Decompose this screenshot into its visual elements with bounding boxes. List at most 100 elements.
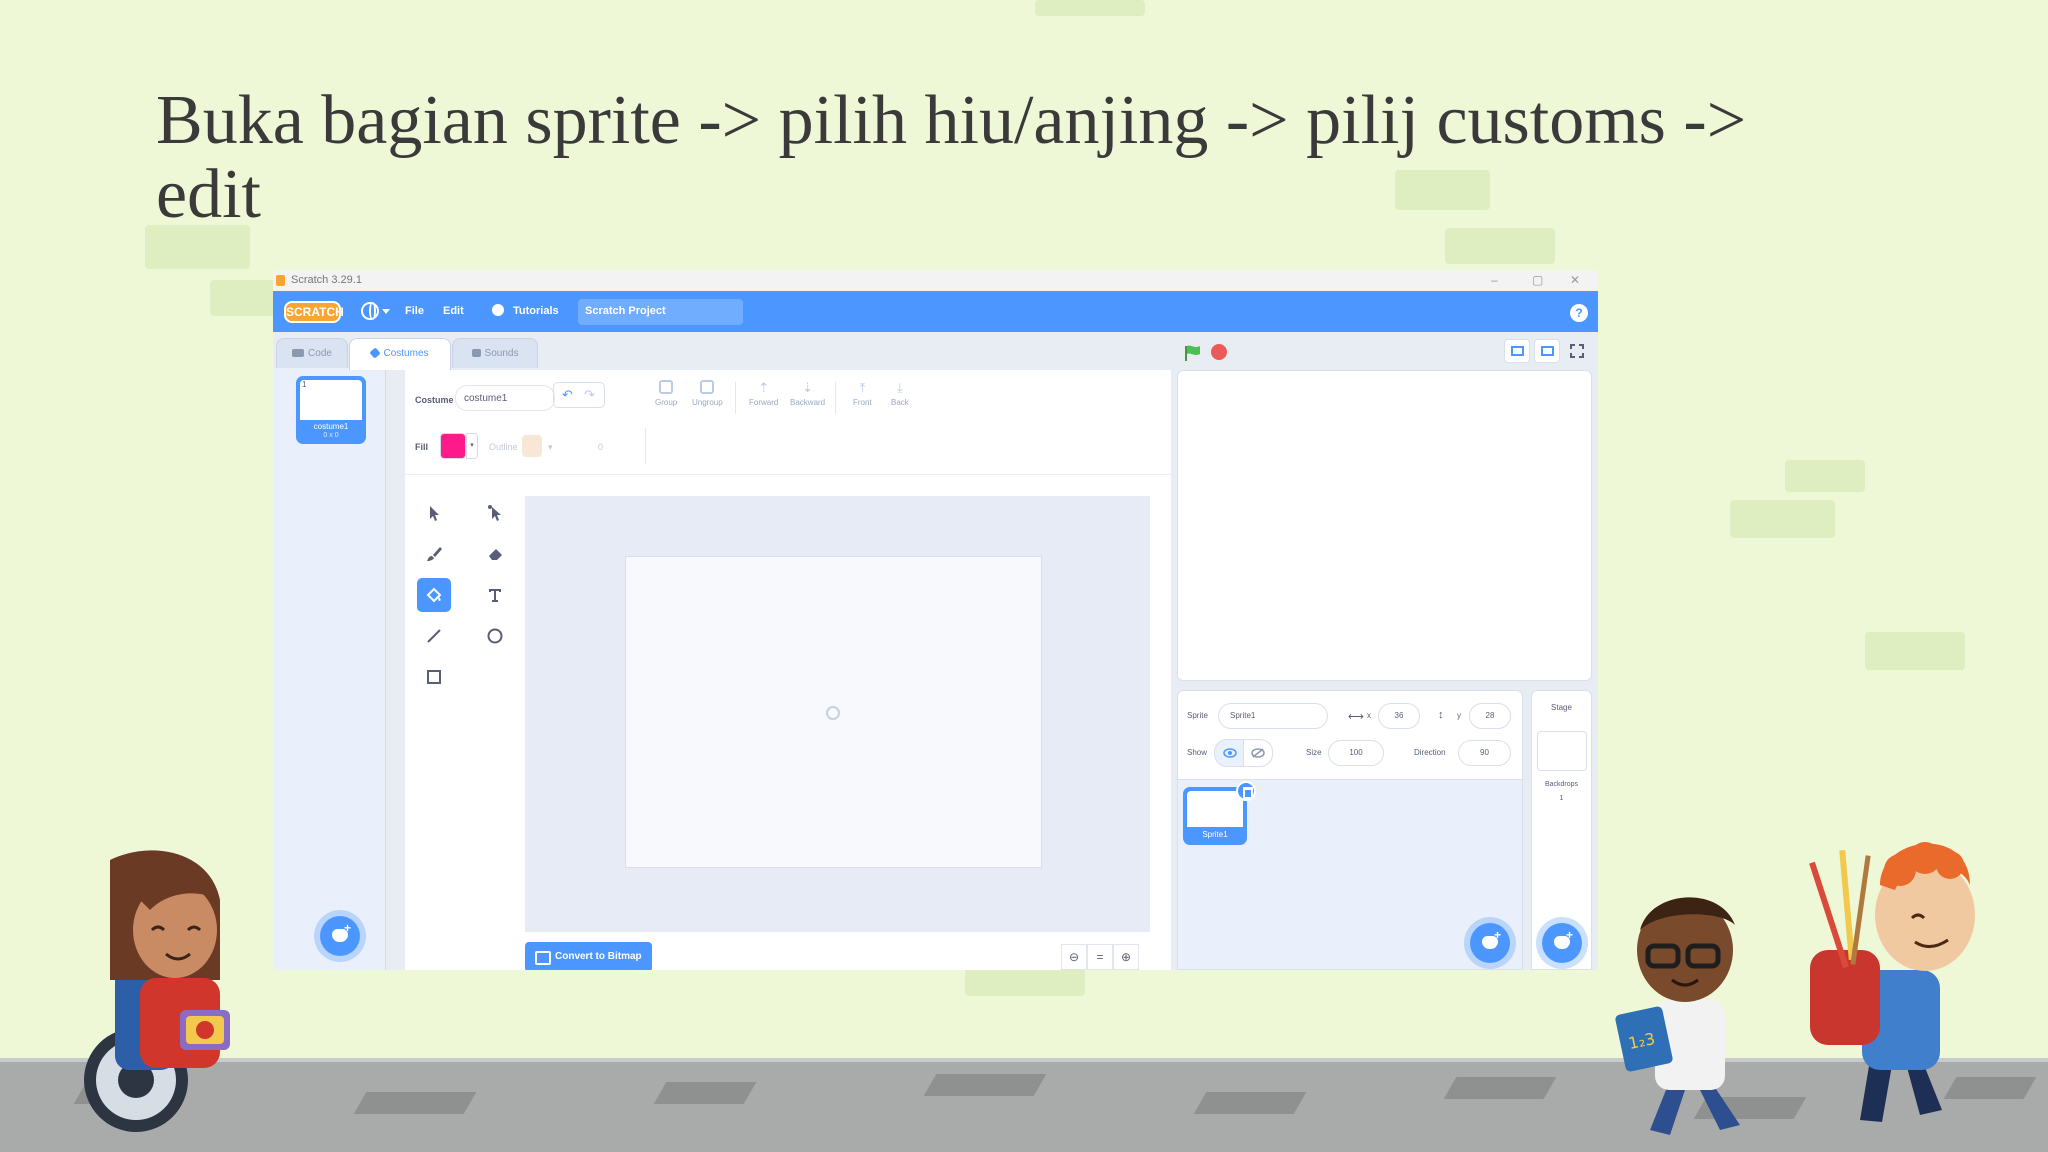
select-tool[interactable] [417,496,451,530]
undo-icon[interactable]: ↶ [562,387,573,403]
choose-sprite-button[interactable] [1470,923,1510,963]
size-input[interactable]: 100 [1328,740,1384,766]
close-icon[interactable]: ✕ [1570,273,1580,287]
fill-color-swatch[interactable] [440,433,466,459]
costume-label: Costume [415,395,454,405]
backward-label: Backward [790,398,826,407]
backdrops-label: Backdrops [1544,781,1579,788]
file-menu[interactable]: File [405,305,424,317]
rectangle-icon [427,670,441,684]
help-icon[interactable]: ? [1570,304,1588,322]
restore-icon[interactable]: ▢ [1532,273,1543,287]
redo-icon[interactable]: ↷ [584,387,595,403]
tutorials-menu[interactable]: Tutorials [513,305,559,317]
ungroup-button[interactable]: Ungroup [692,380,723,407]
backdrops-count: 1 [1559,795,1564,802]
project-title-field[interactable]: Scratch Project [578,299,743,325]
line-tool[interactable] [417,619,451,653]
circle-tool[interactable] [478,619,512,653]
background-brick [1035,0,1145,16]
boy-with-book-illustration: 1₂3 [1615,897,1740,1135]
back-icon: ⤓ [897,380,903,395]
editor-divider [405,474,1171,475]
canvas-area[interactable] [525,496,1150,932]
costume-name-input[interactable]: costume1 [455,385,555,411]
group-button[interactable]: Group [655,380,677,407]
chevron-down-icon: ▾ [548,442,553,452]
costume-name: costume1 [313,422,349,431]
road-stripe [353,1092,477,1114]
chevron-down-icon[interactable]: ▾ [466,433,478,459]
language-globe-icon[interactable] [361,302,379,320]
paintbrush-icon [369,347,382,359]
edit-menu[interactable]: Edit [443,305,464,317]
line-icon [427,629,441,643]
costume-card[interactable]: 1 costume1 0 x 0 [296,376,366,444]
stage-canvas[interactable] [1177,370,1592,681]
zoom-in-icon[interactable]: ⊕ [1113,944,1139,970]
tab-code[interactable]: Code [276,338,348,368]
front-button[interactable]: ⤒ Front [853,380,872,407]
arrow-pointer-icon [430,506,439,521]
brush-icon [427,547,442,561]
backward-icon: ⇣ [802,380,814,395]
x-position-input[interactable]: 36 [1378,703,1420,729]
show-label: Show [1187,748,1208,757]
zoom-out-icon[interactable]: ⊖ [1061,944,1087,970]
choose-backdrop-button[interactable] [1542,923,1582,963]
drawing-canvas[interactable] [625,556,1042,868]
back-button[interactable]: ⤓ Back [891,380,909,407]
text-tool[interactable] [478,578,512,612]
zoom-reset-button[interactable]: = [1087,944,1113,970]
y-label: y [1457,711,1461,720]
y-position-input[interactable]: 28 [1469,703,1511,729]
tab-label: Sounds [484,348,519,359]
boy-with-backpack-illustration [1809,842,1975,1122]
tab-sounds[interactable]: Sounds [452,338,538,368]
fullscreen-icon[interactable] [1564,339,1590,363]
girl-wheelchair-illustration [84,850,230,1132]
fill-tool[interactable] [417,578,451,612]
large-stage-button[interactable] [1534,339,1560,363]
outline-width-value[interactable]: 0 [598,442,603,452]
backward-button[interactable]: ⇣ Backward [790,380,825,407]
x-label: x [1367,711,1371,720]
window-titlebar: Scratch 3.29.1 – ▢ ✕ [273,270,1598,291]
eraser-tool[interactable] [478,537,512,571]
forward-button[interactable]: ⇡ Forward [749,380,778,407]
rectangle-tool[interactable] [417,660,451,694]
ungroup-label: Ungroup [692,398,723,407]
background-brick [1785,460,1865,492]
text-t-icon [489,589,501,602]
reshape-tool[interactable] [478,496,512,530]
size-label: Size [1306,748,1322,757]
costume-number: 1 [302,380,307,389]
back-label: Back [891,398,909,407]
eye-slash-icon [1251,748,1265,758]
outline-color-swatch[interactable] [522,435,542,457]
stage-selector-pane[interactable]: Stage Backdrops 1 [1531,690,1592,970]
tab-label: Costumes [383,348,429,359]
minimize-icon[interactable]: – [1491,273,1498,287]
brush-tool[interactable] [417,537,451,571]
show-hidden-button[interactable] [1243,739,1273,767]
show-visible-button[interactable] [1214,739,1244,767]
road-stripe [923,1074,1047,1096]
eye-icon [1223,748,1237,758]
sprite-name-input[interactable]: Sprite1 [1218,703,1328,729]
chevron-down-icon [382,309,390,314]
delete-sprite-icon[interactable] [1236,781,1256,801]
direction-input[interactable]: 90 [1458,740,1511,766]
reshape-icon [488,505,501,521]
choose-costume-button[interactable] [320,916,360,956]
forward-icon: ⇡ [758,380,770,395]
tab-costumes[interactable]: Costumes [349,338,451,370]
sprite-tile[interactable]: Sprite1 [1183,781,1256,845]
green-flag-icon[interactable] [1183,344,1203,367]
scratch-logo[interactable]: SCRATCH [284,301,344,323]
small-stage-button[interactable] [1504,339,1530,363]
sprite-label: Sprite [1187,711,1208,720]
large-stage-icon [1541,346,1554,356]
convert-to-bitmap-button[interactable]: Convert to Bitmap [525,942,652,970]
stop-icon[interactable] [1211,344,1227,360]
